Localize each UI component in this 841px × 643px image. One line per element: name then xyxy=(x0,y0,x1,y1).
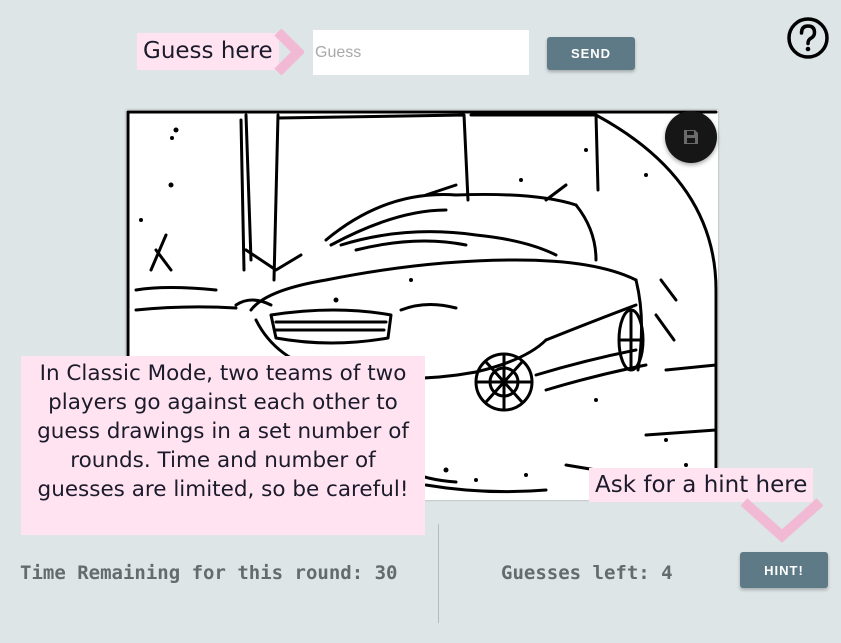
chevron-down-icon xyxy=(740,498,824,543)
guess-hint-tooltip: Guess here xyxy=(137,33,279,70)
status-divider xyxy=(438,524,439,623)
classic-mode-info-tooltip: In Classic Mode, two teams of two player… xyxy=(21,356,425,535)
chevron-right-icon xyxy=(274,28,304,76)
guesses-left: Guesses left: 4 xyxy=(501,562,673,584)
save-button[interactable] xyxy=(665,111,717,163)
time-remaining: Time Remaining for this round: 30 xyxy=(20,562,398,584)
guess-input[interactable] xyxy=(313,30,529,75)
save-icon xyxy=(684,130,698,144)
hint-button[interactable]: HINT! xyxy=(740,552,828,588)
send-button[interactable]: SEND xyxy=(547,37,635,70)
help-icon[interactable] xyxy=(786,16,830,60)
